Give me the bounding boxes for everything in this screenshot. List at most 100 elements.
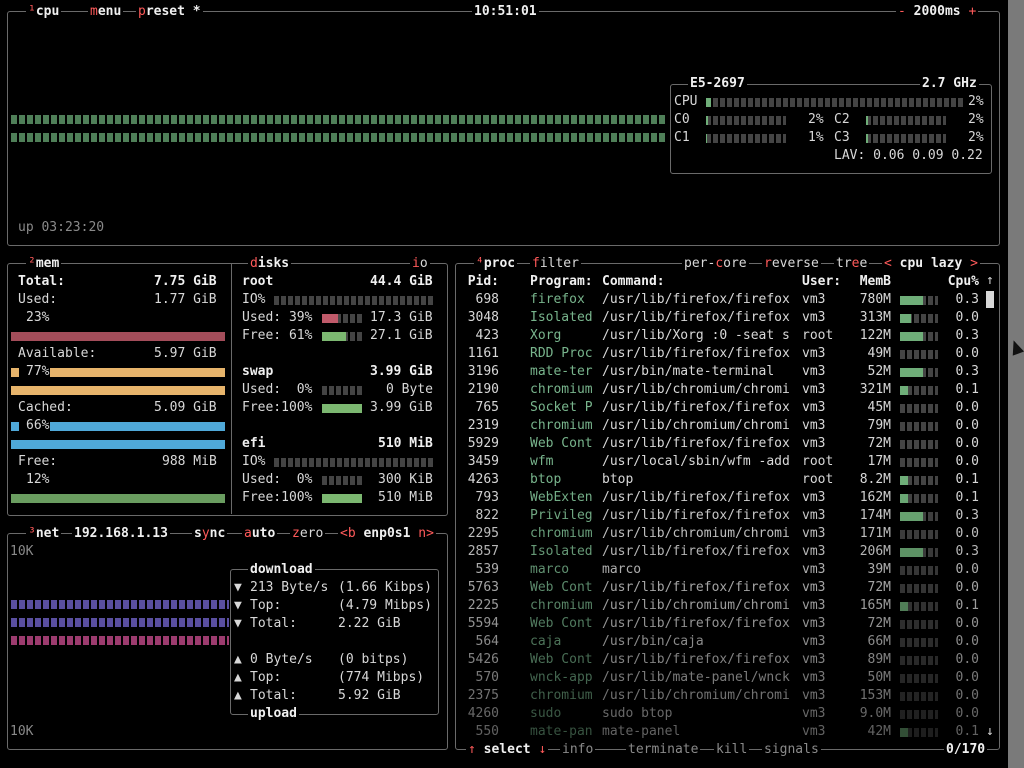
proc-row[interactable]: 5763 Web Cont/usr/lib/firefox/firefox vm3 7… — [457, 579, 987, 597]
preset-star: * — [192, 4, 201, 19]
proc-cpu-graph — [900, 386, 938, 395]
scrollbar-thumb[interactable] — [986, 291, 994, 308]
proc-reverse-toggle[interactable]: reverse — [762, 256, 821, 272]
preset-hotkey: p — [138, 4, 146, 19]
proc-command: /usr/lib/chromium/chromi — [602, 418, 790, 433]
menu-button[interactable]: menu — [88, 4, 124, 20]
scroll-up-icon[interactable]: ↑ — [986, 273, 994, 289]
proc-row[interactable]: 3048 Isolated/usr/lib/firefox/firefox vm3 3… — [457, 309, 987, 327]
proc-row[interactable]: 4260 sudo sudo btop vm3 9.0M 0.0 — [457, 705, 987, 723]
proc-cpu: 0.0 — [955, 652, 979, 667]
proc-pid: 822 — [475, 508, 499, 523]
proc-program: Web Cont — [530, 436, 593, 451]
col-user[interactable]: User: — [802, 273, 841, 291]
proc-sort-label: cpu lazy — [899, 256, 963, 271]
net-zero-toggle[interactable]: zero — [290, 526, 326, 542]
disk-root-used-value: 17.3 GiB — [370, 310, 433, 325]
core-c1-meter — [706, 134, 786, 143]
proc-row[interactable]: 423 Xorg/usr/lib/Xorg :0 -seat s root 122M 0… — [457, 327, 987, 345]
col-pid[interactable]: Pid: — [468, 273, 499, 291]
proc-row[interactable]: 4263 btop btop root 8.2M 0.1 — [457, 471, 987, 489]
proc-cpu-graph — [900, 458, 938, 467]
proc-row[interactable]: 570 wnck-app/usr/lib/mate-panel/wnck vm3 50… — [457, 669, 987, 687]
proc-row[interactable]: 765 Socket P/usr/lib/firefox/firefox vm3 45… — [457, 399, 987, 417]
net-iface-next[interactable]: n> — [418, 526, 434, 541]
io-toggle[interactable]: io — [410, 256, 430, 272]
proc-tree-toggle[interactable]: tree — [834, 256, 870, 272]
proc-title[interactable]: ⁴proc — [474, 256, 518, 272]
proc-footer-kill[interactable]: kill — [714, 742, 750, 758]
net-download-value: (1.66 Kibps) — [338, 580, 432, 595]
proc-row[interactable]: 1161 RDD Proc/usr/lib/firefox/firefox vm3 4… — [457, 345, 987, 363]
net-title[interactable]: ³net — [26, 526, 62, 542]
proc-row[interactable]: 564 caja/usr/bin/caja vm3 66M 0.0 — [457, 633, 987, 651]
net-upload-value: (774 Mibps) — [338, 670, 425, 685]
proc-row[interactable]: 2190 chromium/usr/lib/chromium/chromi vm3 3… — [457, 381, 987, 399]
proc-sort-selector[interactable]: < cpu lazy > — [882, 256, 980, 272]
scroll-down-icon[interactable]: ↓ — [986, 724, 994, 740]
proc-row[interactable]: 539 marco marco vm3 39M 0.0 — [457, 561, 987, 579]
proc-cpu-graph — [900, 314, 938, 323]
net-download-band — [11, 600, 229, 609]
net-iface-selector[interactable]: <b enp0s1 n> — [338, 526, 436, 542]
select-down-icon[interactable]: ↓ — [538, 742, 546, 757]
proc-pid: 2857 — [467, 544, 499, 559]
proc-program: Isolated — [530, 544, 593, 559]
disk-root-used-label: Used: 39% — [242, 310, 313, 325]
proc-sort-prev[interactable]: < — [884, 256, 892, 271]
disk-swap-used-meter — [322, 386, 362, 395]
net-auto-toggle[interactable]: auto — [242, 526, 278, 542]
proc-footer-info[interactable]: info — [560, 742, 596, 758]
proc-footer-terminate[interactable]: terminate — [626, 742, 701, 758]
interval-increase[interactable]: + — [968, 4, 976, 19]
interval-decrease[interactable]: - — [898, 4, 906, 19]
col-command[interactable]: Command: — [602, 273, 665, 291]
proc-pid: 5594 — [467, 616, 499, 631]
interval-control[interactable]: - 2000ms + — [896, 4, 979, 20]
proc-filter-button[interactable]: filter — [530, 256, 581, 272]
cpu-title[interactable]: ¹cpu — [26, 4, 62, 20]
proc-row[interactable]: 822 Privileg/usr/lib/firefox/firefox vm3 17… — [457, 507, 987, 525]
mem-title[interactable]: ²mem — [26, 256, 62, 272]
proc-program: mate-ter — [530, 364, 593, 379]
proc-row[interactable]: 2319 chromium/usr/lib/chromium/chromi vm3 7… — [457, 417, 987, 435]
col-cpu[interactable]: Cpu% — [948, 273, 979, 291]
proc-tree-prefix: tr — [836, 256, 852, 271]
proc-row[interactable]: 793 WebExten/usr/lib/firefox/firefox vm3 16… — [457, 489, 987, 507]
proc-row[interactable]: 5426 Web Cont/usr/lib/firefox/firefox vm3 8… — [457, 651, 987, 669]
proc-cpu: 0.0 — [955, 562, 979, 577]
mem-free-pct: 12% — [26, 472, 50, 487]
proc-per-core-toggle[interactable]: per-core — [682, 256, 749, 272]
proc-row[interactable]: 2295 chromium/usr/lib/chromium/chromi vm3 1… — [457, 525, 987, 543]
preset-button[interactable]: preset * — [136, 4, 203, 20]
net-iface-prev[interactable]: <b — [340, 526, 356, 541]
proc-cpu-graph-fill — [900, 476, 908, 485]
disks-title[interactable]: disks — [248, 256, 292, 272]
mem-cached-graph — [11, 440, 225, 449]
proc-row[interactable]: 698 firefox/usr/lib/firefox/firefox vm3 780… — [457, 291, 987, 309]
col-program[interactable]: Program: — [530, 273, 593, 291]
col-memb[interactable]: MemB — [860, 273, 891, 291]
proc-user: root — [802, 454, 834, 469]
disk-swap-free-label: Free:100% — [242, 400, 313, 415]
proc-user: root — [802, 328, 834, 343]
proc-row[interactable]: 3196 mate-ter/usr/bin/mate-terminal vm3 52M… — [457, 363, 987, 381]
proc-memb: 39M — [867, 562, 891, 577]
proc-row[interactable]: 5594 Web Cont/usr/lib/firefox/firefox vm3 7… — [457, 615, 987, 633]
proc-row[interactable]: 2225 chromium/usr/lib/chromium/chromi vm3 1… — [457, 597, 987, 615]
proc-per-core-prefix: per- — [684, 256, 716, 271]
mem-disk-divider — [231, 263, 232, 514]
mem-free-meter — [11, 494, 225, 503]
proc-row[interactable]: 3459 wfm/usr/local/sbin/wfm -add root 17M 0.… — [457, 453, 987, 471]
mem-available-value: 5.97 GiB — [154, 346, 217, 361]
select-up-icon[interactable]: ↑ — [468, 742, 476, 757]
proc-row[interactable]: 2857 Isolated/usr/lib/firefox/firefox vm3 2… — [457, 543, 987, 561]
proc-footer-signals[interactable]: signals — [762, 742, 821, 758]
proc-row[interactable]: 5929 Web Cont/usr/lib/firefox/firefox vm3 7… — [457, 435, 987, 453]
proc-sort-next[interactable]: > — [970, 256, 978, 271]
proc-footer-select[interactable]: ↑ select ↓ — [466, 742, 549, 758]
net-sync-toggle[interactable]: sync — [192, 526, 228, 542]
proc-row[interactable]: 550 mate-pan mate-panel vm3 42M 0.1 — [457, 723, 987, 741]
disk-root-free-meter — [322, 332, 362, 341]
proc-row[interactable]: 2375 chromium/usr/lib/chromium/chromi vm3 1… — [457, 687, 987, 705]
